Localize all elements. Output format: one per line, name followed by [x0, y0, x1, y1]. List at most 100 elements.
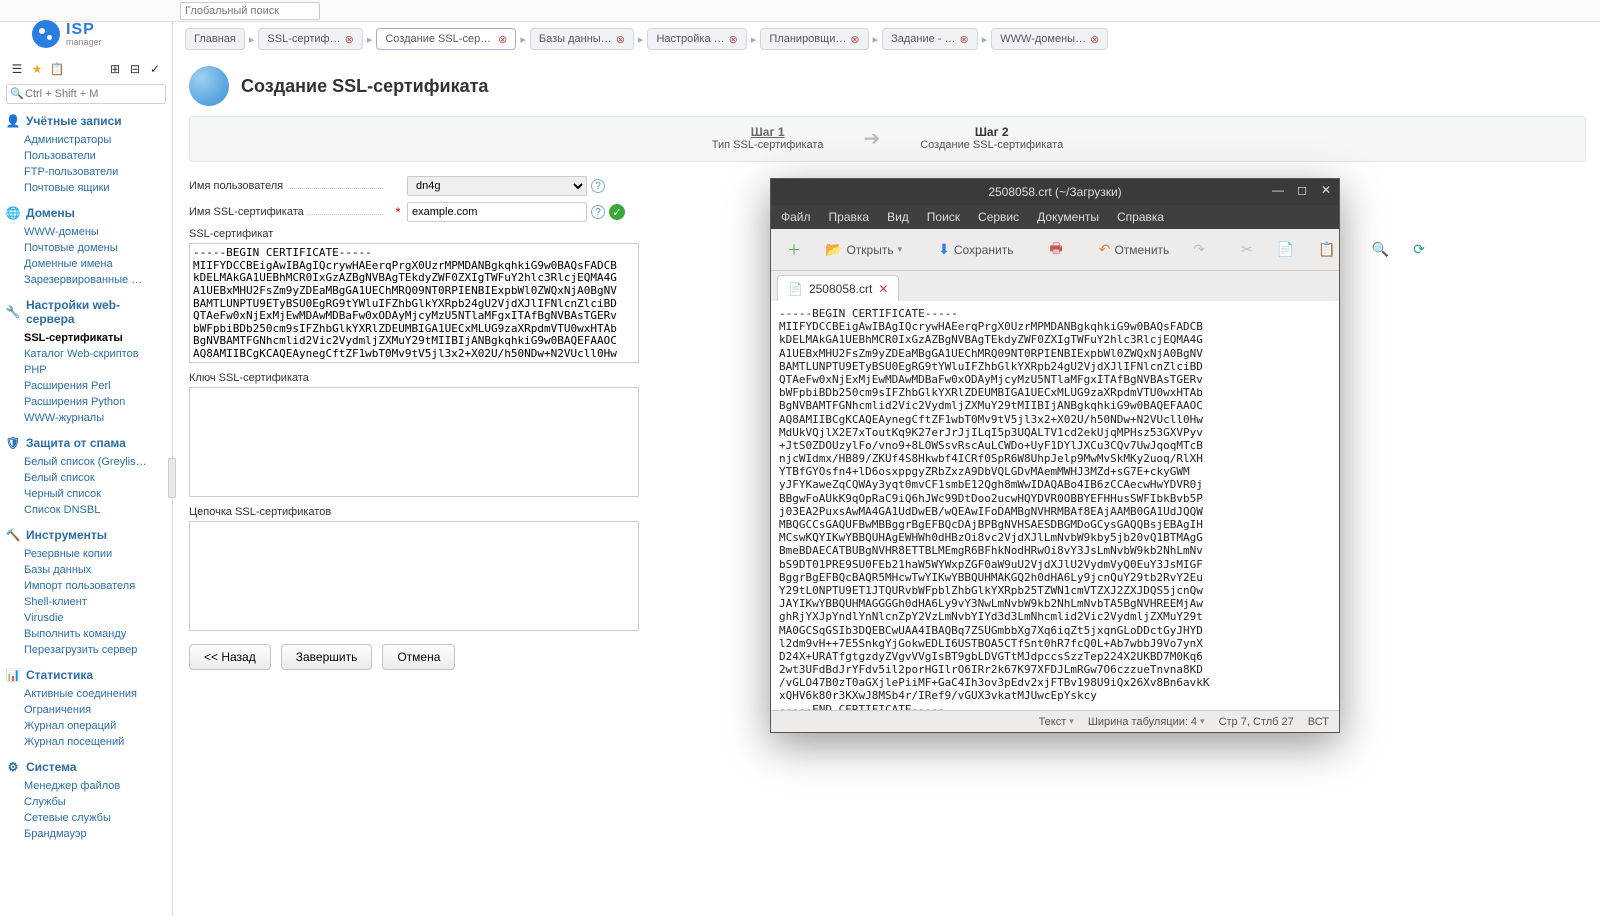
- nav-section[interactable]: 🔧Настройки web-сервера: [6, 298, 166, 326]
- tab-close-icon[interactable]: ⊗: [1090, 33, 1099, 46]
- save-button[interactable]: ⬇Сохранить: [932, 236, 1019, 264]
- nav-section[interactable]: 🌐Домены: [6, 206, 166, 220]
- status-mode[interactable]: Текст▾: [1039, 716, 1074, 728]
- help-icon[interactable]: ?: [591, 205, 605, 219]
- nav-item[interactable]: Список DNSBL: [24, 502, 166, 518]
- paste-button[interactable]: 📋: [1312, 236, 1341, 264]
- nav-item[interactable]: Зарезервированные …: [24, 272, 166, 288]
- replace-button[interactable]: ⟳: [1407, 236, 1431, 264]
- nav-item[interactable]: Virusdie: [24, 610, 166, 626]
- undo-button[interactable]: ↶Отменить: [1093, 236, 1176, 264]
- expand-icon[interactable]: ⊞: [108, 62, 122, 76]
- nav-item[interactable]: Почтовые ящики: [24, 180, 166, 196]
- maximize-icon[interactable]: ◻: [1295, 183, 1309, 197]
- nav-item[interactable]: Выполнить команду: [24, 626, 166, 642]
- print-button[interactable]: 🖶: [1043, 236, 1068, 264]
- tab-close-icon[interactable]: ⊗: [616, 33, 625, 46]
- gedit-menu[interactable]: Поиск: [927, 210, 960, 224]
- nav-section[interactable]: 📊Статистика: [6, 668, 166, 682]
- cancel-button[interactable]: Отмена: [382, 644, 455, 670]
- tab[interactable]: Задание - …⊗: [882, 28, 978, 50]
- cut-button[interactable]: ✂: [1235, 236, 1259, 264]
- nav-item[interactable]: Журнал посещений: [24, 734, 166, 750]
- tab[interactable]: Настройка …⊗: [647, 28, 746, 50]
- nav-item[interactable]: Базы данных: [24, 562, 166, 578]
- nav-item[interactable]: Белый список (Greylis…: [24, 454, 166, 470]
- nav-item[interactable]: Доменные имена: [24, 256, 166, 272]
- nav-item[interactable]: FTP-пользователи: [24, 164, 166, 180]
- nav-item[interactable]: Белый список: [24, 470, 166, 486]
- certname-input[interactable]: [407, 202, 587, 222]
- cert-textarea[interactable]: -----BEGIN CERTIFICATE----- MIIFYDCCBEig…: [189, 243, 639, 363]
- tab-close-icon[interactable]: ⊗: [345, 33, 354, 46]
- nav-item[interactable]: Расширения Python: [24, 394, 166, 410]
- nav-item[interactable]: Резервные копии: [24, 546, 166, 562]
- nav-item[interactable]: Брандмауэр: [24, 826, 166, 842]
- open-button[interactable]: 📂Открыть▾: [819, 236, 908, 264]
- nav-item[interactable]: SSL-сертификаты: [24, 330, 166, 346]
- tab[interactable]: Создание SSL-сертификата⊗: [376, 28, 516, 50]
- gedit-titlebar[interactable]: 2508058.crt (~/Загрузки) — ◻ ✕: [771, 179, 1339, 205]
- gedit-text[interactable]: -----BEGIN CERTIFICATE----- MIIFYDCCBEig…: [771, 301, 1339, 710]
- step-1[interactable]: Шаг 1 Тип SSL-сертификата: [712, 125, 824, 151]
- tab-close-icon[interactable]: ✕: [878, 282, 888, 296]
- tab[interactable]: WWW-домены…⊗: [991, 28, 1108, 50]
- copy-button[interactable]: 📄: [1271, 236, 1300, 264]
- redo-button[interactable]: ↷: [1187, 236, 1211, 264]
- tab-close-icon[interactable]: ⊗: [850, 33, 859, 46]
- new-doc-button[interactable]: ＋: [781, 236, 807, 264]
- nav-section[interactable]: 🔨Инструменты: [6, 528, 166, 542]
- nav-item[interactable]: Почтовые домены: [24, 240, 166, 256]
- nav-item[interactable]: Службы: [24, 794, 166, 810]
- tab[interactable]: Планировщи…⊗: [760, 28, 868, 50]
- nav-item[interactable]: Пользователи: [24, 148, 166, 164]
- tab[interactable]: Базы данны…⊗: [530, 28, 634, 50]
- back-button[interactable]: << Назад: [189, 644, 271, 670]
- quick-search-input[interactable]: [6, 84, 166, 104]
- nav-item[interactable]: Ограничения: [24, 702, 166, 718]
- clipboard-icon[interactable]: 📋: [50, 62, 64, 76]
- collapse-icon[interactable]: ⊟: [128, 62, 142, 76]
- star-icon[interactable]: ★: [30, 62, 44, 76]
- nav-section[interactable]: 👤Учётные записи: [6, 114, 166, 128]
- nav-item[interactable]: Расширения Perl: [24, 378, 166, 394]
- user-select[interactable]: dn4g: [407, 176, 587, 196]
- nav-item[interactable]: WWW-домены: [24, 224, 166, 240]
- nav-item[interactable]: Сетевые службы: [24, 810, 166, 826]
- chain-textarea[interactable]: [189, 521, 639, 631]
- gedit-menu[interactable]: Справка: [1117, 210, 1164, 224]
- logo[interactable]: ISP manager: [32, 20, 102, 48]
- gedit-menu[interactable]: Правка: [829, 210, 870, 224]
- tab-close-icon[interactable]: ⊗: [729, 33, 738, 46]
- nav-section[interactable]: ⚙Система: [6, 760, 166, 774]
- tab[interactable]: Главная: [185, 28, 245, 50]
- nav-item[interactable]: Shell-клиент: [24, 594, 166, 610]
- search-button[interactable]: 🔍: [1366, 236, 1395, 264]
- nav-item[interactable]: Перезагрузить сервер: [24, 642, 166, 658]
- nav-item[interactable]: Активные соединения: [24, 686, 166, 702]
- nav-item[interactable]: Каталог Web-скриптов: [24, 346, 166, 362]
- check-icon[interactable]: ✓: [148, 62, 162, 76]
- nav-section[interactable]: 🛡Защита от спама: [6, 436, 166, 450]
- tab-close-icon[interactable]: ⊗: [960, 33, 969, 46]
- minimize-icon[interactable]: —: [1271, 183, 1285, 197]
- nav-item[interactable]: PHP: [24, 362, 166, 378]
- nav-item[interactable]: WWW-журналы: [24, 410, 166, 426]
- gedit-menu[interactable]: Вид: [887, 210, 909, 224]
- list-icon[interactable]: ☰: [10, 62, 24, 76]
- nav-item[interactable]: Импорт пользователя: [24, 578, 166, 594]
- gedit-menu[interactable]: Документы: [1037, 210, 1099, 224]
- gedit-menu[interactable]: Сервис: [978, 210, 1019, 224]
- global-search-input[interactable]: [180, 2, 320, 20]
- help-icon[interactable]: ?: [591, 179, 605, 193]
- tab[interactable]: SSL-сертиф…⊗: [258, 28, 362, 50]
- nav-item[interactable]: Журнал операций: [24, 718, 166, 734]
- tab-close-icon[interactable]: ⊗: [498, 33, 507, 46]
- key-textarea[interactable]: [189, 387, 639, 497]
- close-icon[interactable]: ✕: [1319, 183, 1333, 197]
- status-ins[interactable]: ВСТ: [1308, 716, 1329, 728]
- gedit-menu[interactable]: Файл: [781, 210, 811, 224]
- nav-item[interactable]: Менеджер файлов: [24, 778, 166, 794]
- nav-item[interactable]: Черный список: [24, 486, 166, 502]
- gedit-tab[interactable]: 📄 2508058.crt ✕: [777, 275, 899, 301]
